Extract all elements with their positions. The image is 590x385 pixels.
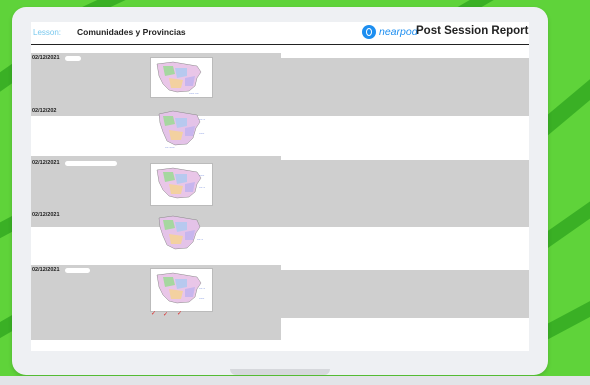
spain-map-icon: ~~ ~: [158, 215, 203, 250]
svg-text:~~ ~: ~~ ~: [199, 185, 205, 189]
redacted-name: [65, 56, 81, 61]
svg-text:~~~ ~~: ~~~ ~~: [189, 91, 199, 95]
entry-row: [31, 58, 529, 116]
entry-date: 02/12/2021: [32, 212, 60, 218]
entry-row: [31, 160, 529, 227]
nearpod-brand-text: nearpod: [379, 26, 418, 38]
annotation-mark: ✓: [151, 311, 157, 317]
svg-text:~~~: ~~~: [199, 296, 205, 300]
student-drawing-thumbnail[interactable]: ~~~ ~~ ~: [150, 163, 213, 206]
svg-text:~~~: ~~~: [199, 173, 205, 177]
annotation-mark: ✓: [177, 311, 183, 317]
entry-row: [31, 270, 529, 318]
spain-map-icon: ~~~ ~~: [156, 61, 202, 95]
lesson-title: Comunidades y Provincias: [77, 27, 186, 37]
spain-map-icon: ~~ ~ ~~~: [156, 272, 205, 304]
entry-date: 02/12/2021: [32, 267, 60, 273]
student-drawing-thumbnail[interactable]: ~~ ~ ~~~ ~~ ~~~: [155, 106, 212, 150]
spain-map-icon: ~~~ ~~ ~: [156, 167, 205, 199]
svg-text:~~~: ~~~: [199, 131, 205, 135]
svg-text:~~ ~: ~~ ~: [199, 117, 205, 121]
entry-date: 02/12/202: [32, 108, 57, 114]
laptop-notch: [230, 369, 330, 375]
student-drawing-thumbnail[interactable]: ~~ ~: [155, 212, 212, 254]
svg-text:~~ ~~~: ~~ ~~~: [165, 145, 175, 149]
report-header: Lesson: Comunidades y Provincias nearpod…: [31, 22, 529, 45]
spain-map-icon: ~~ ~ ~~~ ~~ ~~~: [158, 110, 205, 149]
report-title: Post Session Report: [416, 25, 529, 37]
student-drawing-thumbnail[interactable]: ~~ ~ ~~~: [150, 268, 213, 312]
annotation-mark: ✓: [163, 312, 169, 318]
laptop-base: [0, 376, 590, 385]
report-screen[interactable]: Lesson: Comunidades y Provincias nearpod…: [31, 22, 529, 351]
redacted-name: [65, 161, 117, 166]
svg-text:~~ ~: ~~ ~: [197, 237, 203, 241]
row-shade: [31, 318, 281, 340]
nearpod-logo-icon: [362, 25, 376, 39]
lesson-label: Lesson:: [33, 28, 62, 37]
svg-text:~~ ~: ~~ ~: [199, 286, 205, 290]
redacted-name: [65, 268, 90, 273]
entry-date: 02/12/2021: [32, 55, 60, 61]
entry-date: 02/12/2021: [32, 160, 60, 166]
student-drawing-thumbnail[interactable]: ~~~ ~~: [150, 57, 213, 98]
